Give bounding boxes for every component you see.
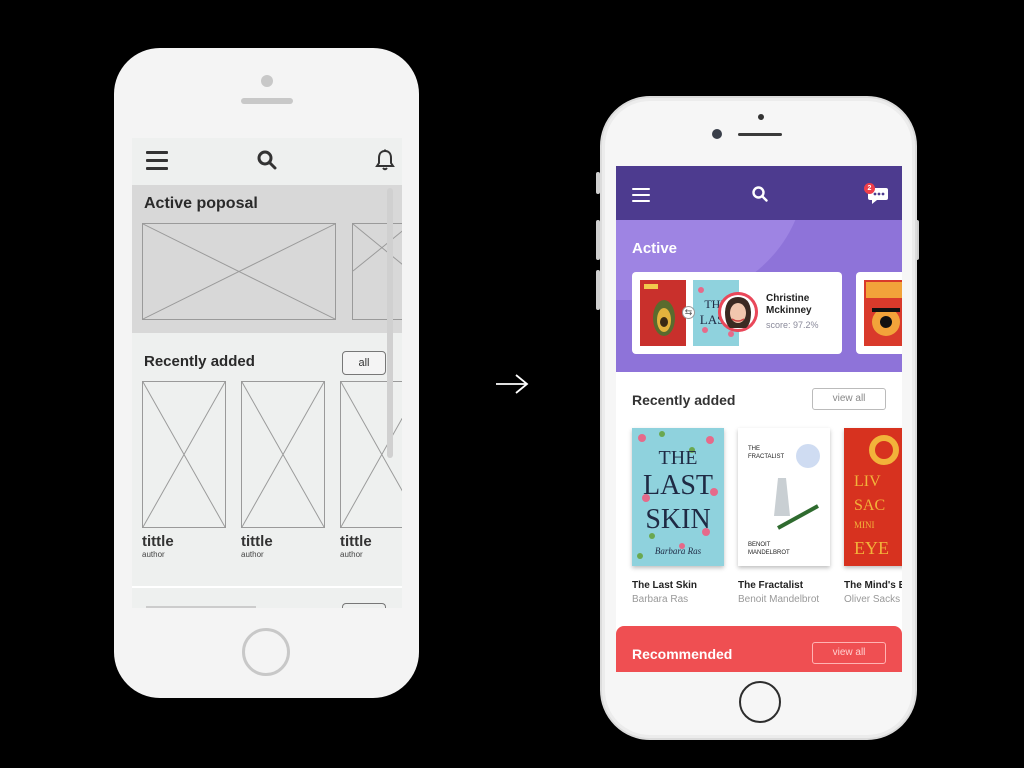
person-name: Christine Mckinney [766,293,812,316]
wireframe-active-title: Active poposal [144,195,258,212]
recommended-title: Recommended [632,646,733,662]
svg-text:Barbara Ras: Barbara Ras [655,546,702,556]
book-title: The Last Skin [632,580,698,591]
wireframe-phone: Active poposal Recently added all tittle [114,48,419,698]
home-button[interactable] [739,681,781,723]
bell-icon[interactable] [375,149,395,171]
book-cover-image [864,280,902,346]
book-author: author [241,550,264,559]
image-placeholder[interactable] [142,223,336,320]
recent-title: Recently added [632,392,736,408]
next-section-title [146,606,256,608]
active-proposal-card[interactable]: THE LAST ⇆ Christine Mckinney score: 97.… [632,272,842,354]
book-title: tittle [142,533,174,550]
swap-icon: ⇆ [682,306,695,319]
active-proposal-card[interactable] [856,272,902,354]
book-title: tittle [340,533,372,550]
book-cover-image [640,280,686,346]
recommended-view-all-button[interactable]: view all [812,642,886,664]
svg-text:THE: THE [748,446,760,452]
wireframe-topbar [132,138,402,184]
book-cover[interactable]: LIV SAC MINI EYE [844,428,902,566]
active-title: Active [632,240,678,257]
search-icon[interactable] [752,186,768,202]
wireframe-recent-title: Recently added [144,353,255,370]
book-cover[interactable]: THE LAST SKIN Barbara Ras [632,428,724,566]
book-author: Barbara Ras [632,594,689,605]
book-author: Oliver Sacks [844,594,901,605]
svg-text:EYE: EYE [854,538,889,558]
presentation-stage: Active poposal Recently added all tittle [0,0,1024,768]
hamburger-menu-icon[interactable] [146,151,168,171]
view-all-button[interactable]: view all [812,388,886,410]
svg-text:LAST: LAST [643,470,713,501]
svg-text:MINI: MINI [854,520,875,530]
svg-text:SAC: SAC [854,497,885,514]
book-cover[interactable]: THE FRACTALIST BENOIT MANDELBROT [738,428,830,566]
book-title: tittle [241,533,273,550]
home-button[interactable] [242,628,290,676]
front-camera [712,129,722,139]
active-section: Active THE LAST ⇆ Christine Mckinney sco… [616,220,902,372]
book-author: author [142,550,165,559]
wireframe-speaker [241,98,293,104]
book-title: The Mind's Eye [844,580,902,591]
book-placeholder[interactable] [142,381,226,528]
wireframe-camera [261,75,273,87]
notification-badge: 2 [864,183,875,194]
section-divider [132,586,402,588]
svg-text:MANDELBROT: MANDELBROT [748,550,790,556]
next-section-button[interactable] [342,603,386,608]
recommended-section: Recommended view all [616,626,902,672]
wireframe-screen: Active poposal Recently added all tittle [132,138,402,608]
book-title: The Fractalist [738,580,804,591]
image-placeholder[interactable] [352,223,402,320]
avatar[interactable] [718,292,758,332]
svg-text:LIV: LIV [854,473,881,490]
book-author: Benoit Mandelbrot [738,594,820,605]
scrollbar[interactable] [387,188,393,458]
all-button[interactable]: all [342,351,386,375]
wireframe-active-section: Active poposal [132,185,402,333]
svg-text:THE: THE [659,447,698,469]
hamburger-menu-icon[interactable] [632,188,650,202]
person-score: score: 97.2% [766,320,819,330]
book-placeholder[interactable] [241,381,325,528]
app-navbar: 2 [616,166,902,220]
arrow-right-icon [496,374,529,394]
search-icon[interactable] [257,150,277,170]
svg-text:FRACTALIST: FRACTALIST [748,454,785,460]
svg-text:BENOIT: BENOIT [748,542,771,548]
book-author: author [340,550,363,559]
earpiece-speaker [738,133,782,136]
svg-text:SKIN: SKIN [645,504,710,535]
app-screen: 2 Active THE LAST ⇆ Christine Mckinney s… [616,166,902,672]
iphone: 2 Active THE LAST ⇆ Christine Mckinney s… [600,96,917,740]
proximity-sensor [758,114,764,120]
